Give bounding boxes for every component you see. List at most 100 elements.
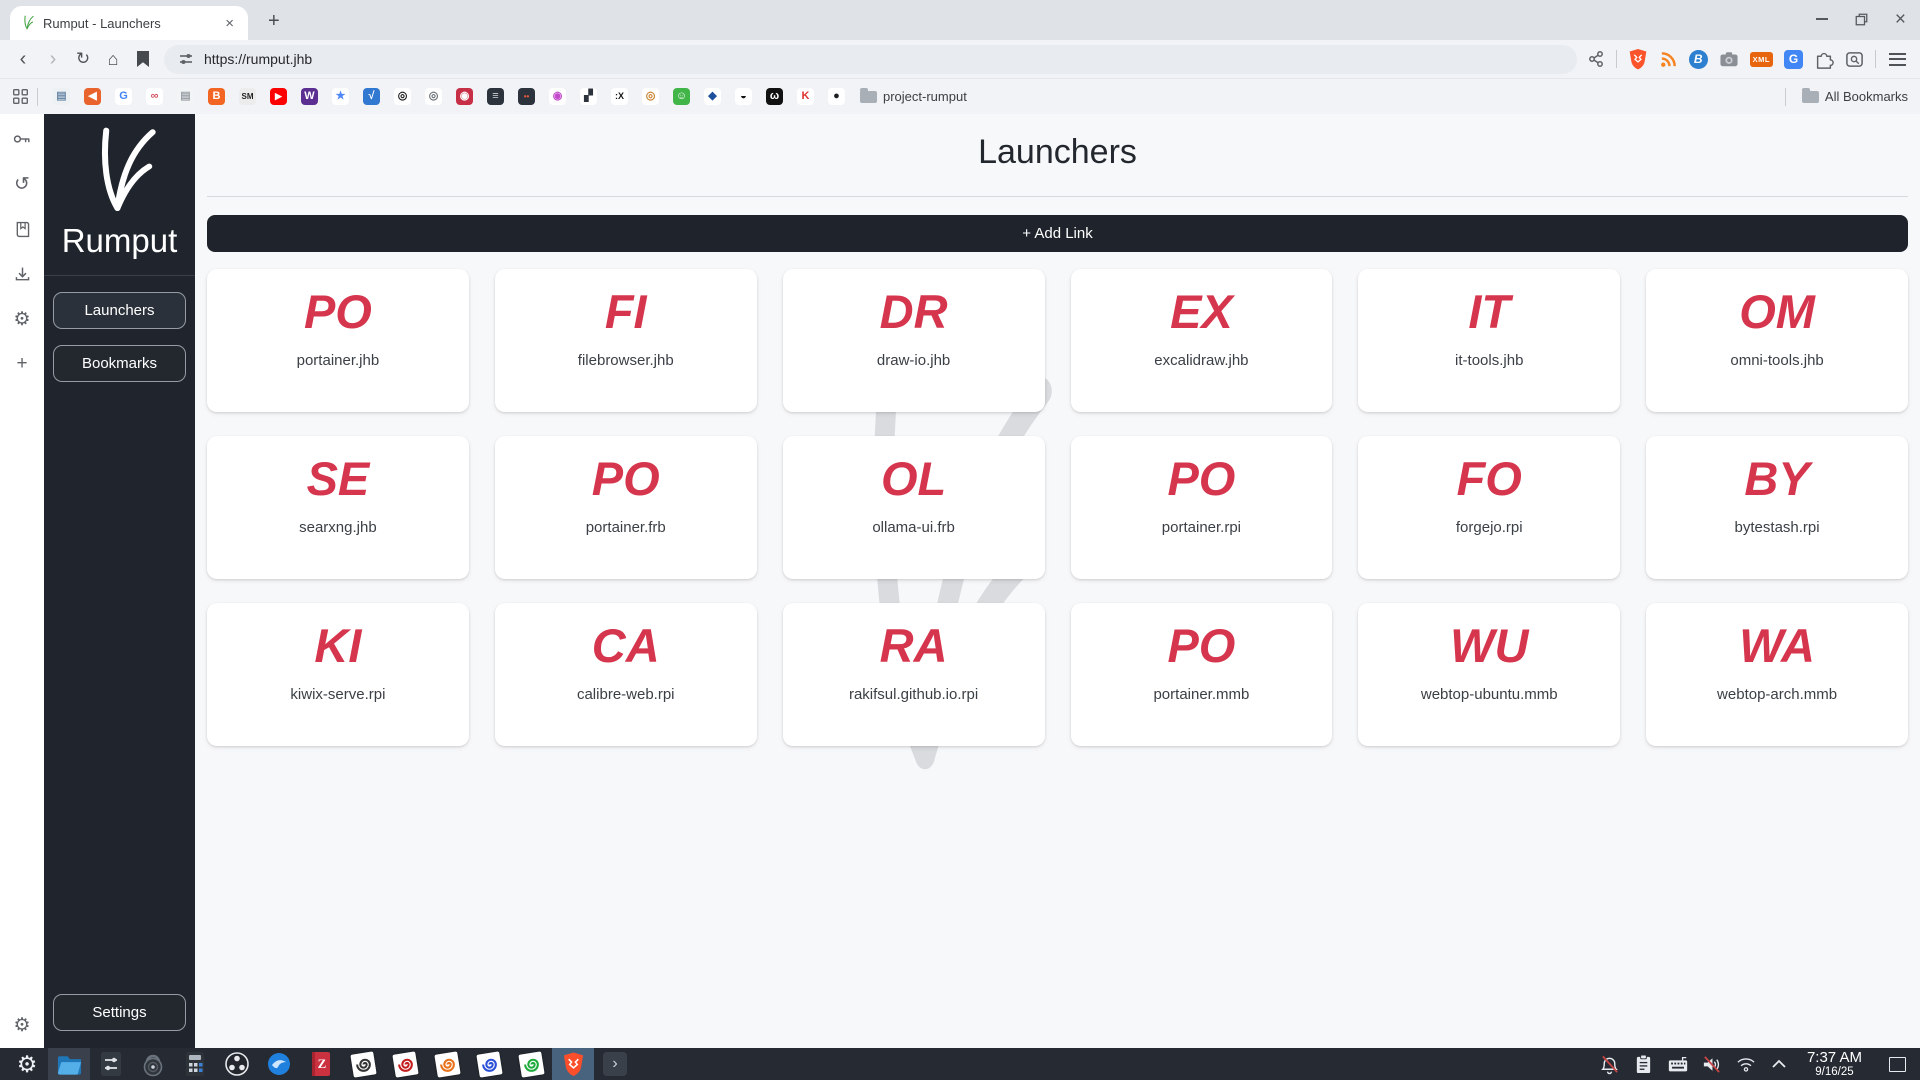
- menu-hamburger-icon[interactable]: [1887, 49, 1908, 70]
- tray-expand-chevron-up-icon[interactable]: [1769, 1054, 1790, 1075]
- browser-tab[interactable]: Rumput - Launchers ×: [10, 6, 248, 40]
- notifications-muted-icon[interactable]: [1599, 1054, 1620, 1075]
- launcher-card[interactable]: PO portainer.mmb: [1070, 603, 1333, 746]
- screenshot-camera-icon[interactable]: [1719, 50, 1739, 68]
- firefox-favicon[interactable]: ◉: [549, 88, 566, 105]
- sm-favicon[interactable]: SM: [239, 88, 256, 105]
- launcher-card[interactable]: OM omni-tools.jhb: [1646, 269, 1908, 412]
- launcher-card[interactable]: RA rakifsul.github.io.rpi: [782, 603, 1045, 746]
- taskbar-clock[interactable]: 7:37 AM 9/16/25: [1807, 1050, 1862, 1078]
- url-text[interactable]: https://rumput.jhb: [204, 51, 312, 67]
- translate-extension-icon[interactable]: G: [1784, 49, 1803, 69]
- home-icon[interactable]: ⌂: [98, 44, 128, 74]
- panel-expander-button[interactable]: ›: [594, 1048, 636, 1080]
- gemini-star-favicon[interactable]: ★: [332, 88, 349, 105]
- network-wireless-icon[interactable]: [1735, 1054, 1756, 1075]
- ex-favicon[interactable]: :X: [611, 88, 628, 105]
- launcher-card[interactable]: DR draw-io.jhb: [782, 269, 1045, 412]
- launcher-card[interactable]: FI filebrowser.jhb: [494, 269, 757, 412]
- passwords-key-icon[interactable]: [11, 128, 33, 150]
- launcher-card[interactable]: BY bytestash.rpi: [1646, 436, 1908, 579]
- share-icon[interactable]: [1587, 50, 1605, 68]
- launcher-card[interactable]: WU webtop-ubuntu.mmb: [1358, 603, 1621, 746]
- openai-favicon[interactable]: ◎: [394, 88, 411, 105]
- extensions-puzzle-icon[interactable]: [1814, 49, 1834, 69]
- k-red-favicon[interactable]: K: [797, 88, 814, 105]
- rings-favicon[interactable]: ∞: [146, 88, 163, 105]
- tab-close-icon[interactable]: ×: [221, 14, 238, 33]
- thunderbird-button[interactable]: [258, 1048, 300, 1080]
- new-tab-button[interactable]: +: [260, 8, 288, 35]
- keyboard-layout-icon[interactable]: [1667, 1054, 1688, 1075]
- close-window-icon[interactable]: ×: [1895, 10, 1906, 29]
- launcher-card[interactable]: PO portainer.frb: [494, 436, 757, 579]
- file-manager-button[interactable]: [48, 1048, 90, 1080]
- bookmarks-panel-icon[interactable]: [128, 44, 158, 74]
- viewer-green-button[interactable]: [510, 1048, 552, 1080]
- reading-list-icon[interactable]: [11, 218, 33, 240]
- b-extension-icon[interactable]: B: [1688, 49, 1708, 69]
- xml-extension-icon[interactable]: XML: [1749, 51, 1773, 67]
- downloads-icon[interactable]: [11, 263, 33, 285]
- password-safe-button[interactable]: [132, 1048, 174, 1080]
- obs-studio-button[interactable]: [216, 1048, 258, 1080]
- document-favicon[interactable]: ▤: [177, 88, 194, 105]
- viewer-gray-button[interactable]: [342, 1048, 384, 1080]
- back-icon[interactable]: ‹: [8, 44, 38, 74]
- launcher-card[interactable]: FO forgejo.rpi: [1358, 436, 1621, 579]
- strip-bottom-gear-icon[interactable]: ⚙: [11, 1014, 33, 1036]
- forward-icon[interactable]: ›: [38, 44, 68, 74]
- settings-manager-button[interactable]: [90, 1048, 132, 1080]
- calculator-button[interactable]: [174, 1048, 216, 1080]
- brave-shield-icon[interactable]: [1628, 48, 1648, 70]
- launcher-card[interactable]: OL ollama-ui.frb: [782, 436, 1045, 579]
- bca-favicon[interactable]: ◆: [704, 88, 721, 105]
- sidebar-nav-button[interactable]: Bookmarks: [53, 345, 186, 382]
- sidebar-settings-button[interactable]: Settings: [53, 994, 186, 1031]
- add-link-button[interactable]: + Add Link: [207, 215, 1908, 252]
- launcher-card[interactable]: WA webtop-arch.mmb: [1646, 603, 1908, 746]
- bookmark-folder-label[interactable]: project-rumput: [883, 89, 967, 104]
- strip-add-icon[interactable]: +: [11, 353, 33, 375]
- launcher-card[interactable]: KI kiwix-serve.rpi: [207, 603, 469, 746]
- sidebar-nav-button[interactable]: Launchers: [53, 292, 186, 329]
- google-favicon[interactable]: G: [115, 88, 132, 105]
- history-icon[interactable]: ↺: [11, 173, 33, 195]
- brave-browser-button[interactable]: [552, 1048, 594, 1080]
- application-menu-button[interactable]: ⚙: [6, 1048, 48, 1080]
- strip-settings-gear-icon[interactable]: ⚙: [11, 308, 33, 330]
- volume-muted-icon[interactable]: [1701, 1054, 1722, 1075]
- clipboard-favicon[interactable]: ▤: [53, 88, 70, 105]
- all-bookmarks[interactable]: All Bookmarks: [1777, 87, 1908, 106]
- eye-favicon[interactable]: ◒: [735, 88, 752, 105]
- maximize-icon[interactable]: [1854, 12, 1869, 27]
- launcher-card[interactable]: IT it-tools.jhb: [1358, 269, 1621, 412]
- launcher-card[interactable]: PO portainer.jhb: [207, 269, 469, 412]
- server-favicon[interactable]: ≡: [487, 88, 504, 105]
- launcher-card[interactable]: SE searxng.jhb: [207, 436, 469, 579]
- rss-extension-icon[interactable]: [1659, 50, 1678, 69]
- megaphone-favicon[interactable]: ◀: [84, 88, 101, 105]
- apps-grid-icon[interactable]: [12, 88, 29, 105]
- red-shield-favicon[interactable]: ◉: [456, 88, 473, 105]
- tab-search-icon[interactable]: [1845, 50, 1864, 69]
- site-settings-tune-icon[interactable]: [178, 51, 194, 67]
- blocks-favicon[interactable]: ▞: [580, 88, 597, 105]
- swirl-orange-favicon[interactable]: ◎: [642, 88, 659, 105]
- zotero-button[interactable]: Z: [300, 1048, 342, 1080]
- launcher-card[interactable]: CA calibre-web.rpi: [494, 603, 757, 746]
- wikipedia-w-favicon[interactable]: W: [301, 88, 318, 105]
- swirl-gray-favicon[interactable]: ◎: [425, 88, 442, 105]
- clipboard-manager-icon[interactable]: [1633, 1054, 1654, 1075]
- two-dots-favicon[interactable]: ••: [518, 88, 535, 105]
- show-desktop-button[interactable]: [1889, 1056, 1906, 1072]
- tokopedia-favicon[interactable]: ☺: [673, 88, 690, 105]
- viewer-red-button[interactable]: [384, 1048, 426, 1080]
- github-favicon[interactable]: ●: [828, 88, 845, 105]
- address-bar[interactable]: https://rumput.jhb: [164, 44, 1577, 74]
- youtube-favicon[interactable]: ▶: [270, 88, 287, 105]
- viewer-orange-button[interactable]: [426, 1048, 468, 1080]
- bookmark-folder-icon[interactable]: [860, 87, 877, 103]
- cat-favicon[interactable]: ω: [766, 88, 783, 105]
- all-bookmarks-label[interactable]: All Bookmarks: [1825, 89, 1908, 104]
